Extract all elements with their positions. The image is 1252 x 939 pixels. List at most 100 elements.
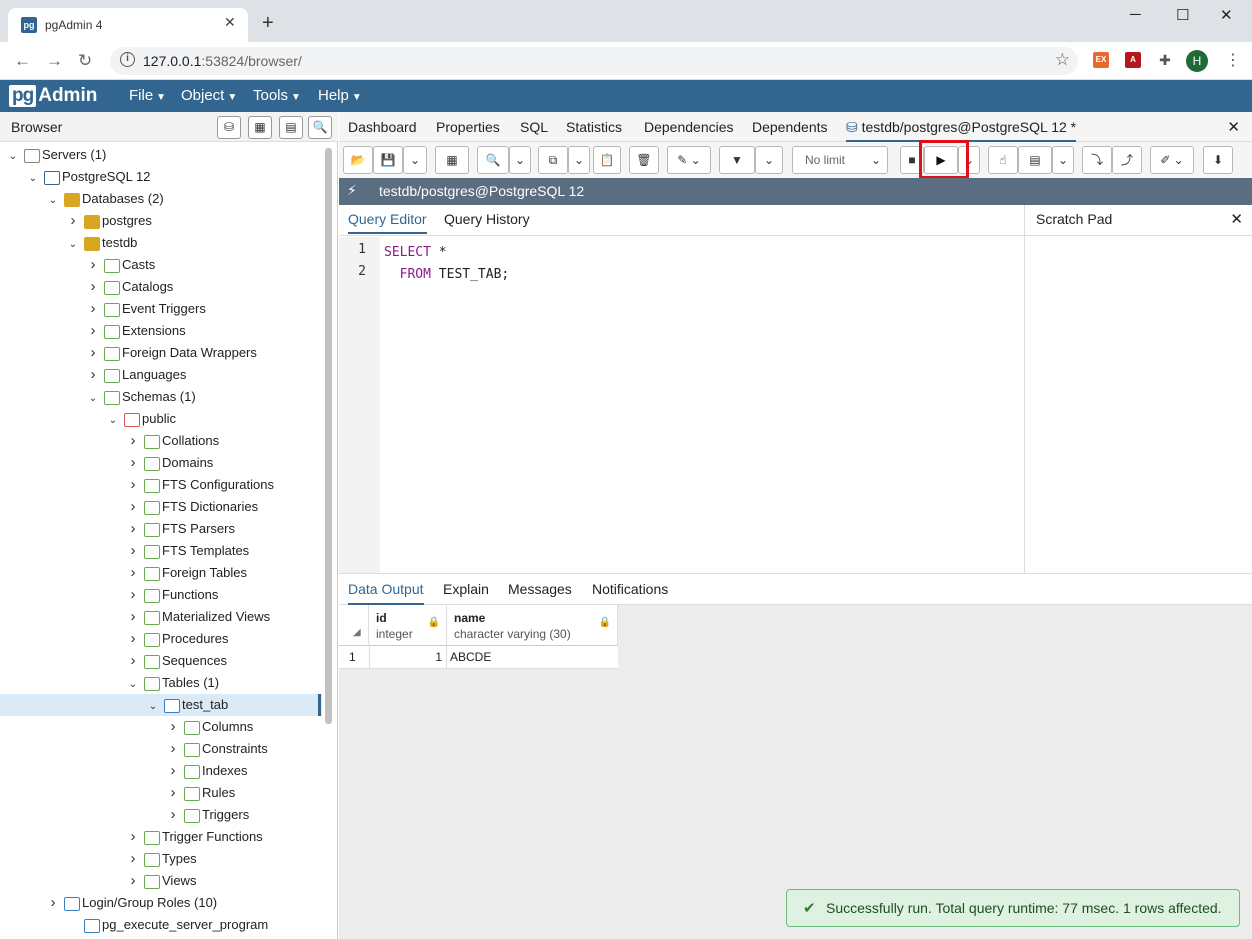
- delete-icon[interactable]: 🗑: [629, 146, 659, 174]
- tree-node[interactable]: › Extensions: [0, 320, 322, 342]
- chevron-right-icon[interactable]: ›: [86, 342, 100, 364]
- tab-notifications[interactable]: Notifications: [592, 581, 668, 603]
- new-tab-icon[interactable]: +: [262, 12, 274, 35]
- tree-node[interactable]: › FTS Dictionaries: [0, 496, 322, 518]
- chevron-right-icon[interactable]: ›: [166, 760, 180, 782]
- tab-dependencies[interactable]: Dependencies: [644, 119, 734, 135]
- close-panel-icon[interactable]: ✕: [1227, 118, 1240, 136]
- tree-node[interactable]: › Domains: [0, 452, 322, 474]
- tree-node[interactable]: › Catalogs: [0, 276, 322, 298]
- site-info-icon[interactable]: i: [120, 52, 135, 67]
- tree-node[interactable]: ⌄ Schemas (1): [0, 386, 322, 408]
- tree-node[interactable]: › Trigger Functions: [0, 826, 322, 848]
- browser-menu-icon[interactable]: ⋮: [1225, 50, 1241, 70]
- chevron-down-icon[interactable]: ⌄: [6, 146, 20, 168]
- tree-node[interactable]: › Casts: [0, 254, 322, 276]
- tree-node[interactable]: › Event Triggers: [0, 298, 322, 320]
- open-file-icon[interactable]: 📂: [343, 146, 373, 174]
- close-scratch-pad-icon[interactable]: ✕: [1230, 210, 1243, 228]
- tree-node[interactable]: › Languages: [0, 364, 322, 386]
- chevron-right-icon[interactable]: ›: [126, 870, 140, 892]
- menu-tools[interactable]: Tools ▼: [253, 87, 301, 104]
- chevron-right-icon[interactable]: ›: [126, 650, 140, 672]
- column-header-id[interactable]: id integer 🔒: [369, 605, 447, 646]
- filter-dropdown-icon[interactable]: ⌄: [755, 146, 783, 174]
- chevron-down-icon[interactable]: ⌄: [146, 696, 160, 718]
- tab-statistics[interactable]: Statistics: [566, 119, 622, 135]
- select-all-corner[interactable]: ◢: [339, 605, 369, 646]
- tab-messages[interactable]: Messages: [508, 581, 572, 603]
- profile-avatar[interactable]: H: [1186, 50, 1208, 72]
- tree-node[interactable]: pg_execute_server_program: [0, 914, 322, 936]
- chevron-right-icon[interactable]: ›: [126, 848, 140, 870]
- extension-ex-icon[interactable]: EX: [1093, 52, 1109, 68]
- minimize-icon[interactable]: ─: [1130, 6, 1141, 23]
- tree-scrollbar[interactable]: [325, 148, 332, 724]
- chevron-right-icon[interactable]: ›: [126, 496, 140, 518]
- tree-node[interactable]: ⌄ Servers (1): [0, 144, 322, 166]
- tree-node[interactable]: › Indexes: [0, 760, 322, 782]
- chevron-right-icon[interactable]: ›: [126, 540, 140, 562]
- tree-node[interactable]: › Columns: [0, 716, 322, 738]
- paste-icon[interactable]: 📋: [593, 146, 621, 174]
- tree-node[interactable]: › Sequences: [0, 650, 322, 672]
- bookmark-star-icon[interactable]: ☆: [1055, 50, 1070, 70]
- chevron-down-icon[interactable]: ⌄: [26, 168, 40, 190]
- chevron-right-icon[interactable]: ›: [166, 738, 180, 760]
- chevron-right-icon[interactable]: ›: [126, 562, 140, 584]
- chevron-right-icon[interactable]: ›: [166, 804, 180, 826]
- row-limit-select[interactable]: No limit ⌄: [792, 146, 888, 174]
- chevron-right-icon[interactable]: ›: [126, 474, 140, 496]
- chevron-down-icon[interactable]: ⌄: [86, 388, 100, 410]
- back-icon[interactable]: ←: [14, 51, 31, 71]
- column-header-name[interactable]: name character varying (30) 🔒: [447, 605, 618, 646]
- tab-properties[interactable]: Properties: [436, 119, 500, 135]
- close-tab-icon[interactable]: ✕: [224, 14, 236, 31]
- chevron-down-icon[interactable]: ⌄: [126, 674, 140, 696]
- scratch-pad[interactable]: Scratch Pad ✕: [1024, 205, 1252, 573]
- forward-icon[interactable]: →: [46, 51, 63, 71]
- query-tool-icon[interactable]: ⛁: [217, 116, 241, 139]
- edit-icon[interactable]: ✎ ⌄: [667, 146, 711, 174]
- save-file-icon[interactable]: 💾: [373, 146, 403, 174]
- tab-explain[interactable]: Explain: [443, 581, 489, 603]
- chevron-right-icon[interactable]: ›: [46, 892, 60, 914]
- chevron-down-icon[interactable]: ⌄: [66, 234, 80, 256]
- tree-node[interactable]: ⌄ test_tab: [0, 694, 322, 716]
- cell-name[interactable]: ABCDE: [450, 650, 491, 664]
- tree-node[interactable]: › postgres: [0, 210, 322, 232]
- tab-dependents[interactable]: Dependents: [752, 119, 828, 135]
- filtered-rows-icon[interactable]: ▤: [279, 116, 303, 139]
- tree-node[interactable]: ⌄ PostgreSQL 12: [0, 166, 322, 188]
- rollback-icon[interactable]: ⤴: [1112, 146, 1142, 174]
- tree-node[interactable]: ⌄ Databases (2): [0, 188, 322, 210]
- tree-node[interactable]: › Functions: [0, 584, 322, 606]
- tree-node[interactable]: › Foreign Data Wrappers: [0, 342, 322, 364]
- filter-icon[interactable]: ▼: [719, 146, 755, 174]
- menu-object[interactable]: Object ▼: [181, 87, 237, 104]
- tree-node[interactable]: › Collations: [0, 430, 322, 452]
- download-icon[interactable]: ⬇: [1203, 146, 1233, 174]
- browser-tab[interactable]: pg pgAdmin 4 ✕: [8, 8, 248, 42]
- chevron-right-icon[interactable]: ›: [166, 716, 180, 738]
- reload-icon[interactable]: ↻: [78, 51, 92, 71]
- chevron-right-icon[interactable]: ›: [86, 298, 100, 320]
- chevron-right-icon[interactable]: ›: [86, 276, 100, 298]
- tree-node[interactable]: › FTS Templates: [0, 540, 322, 562]
- chevron-right-icon[interactable]: ›: [126, 452, 140, 474]
- explain-dropdown-icon[interactable]: ⌄: [1052, 146, 1074, 174]
- tab-data-output[interactable]: Data Output: [348, 581, 424, 605]
- save-dropdown-icon[interactable]: ⌄: [403, 146, 427, 174]
- tree-node[interactable]: › FTS Configurations: [0, 474, 322, 496]
- chevron-right-icon[interactable]: ›: [126, 518, 140, 540]
- menu-file[interactable]: File ▼: [129, 87, 166, 104]
- chevron-down-icon[interactable]: ⌄: [106, 410, 120, 432]
- tree-node[interactable]: › FTS Parsers: [0, 518, 322, 540]
- tree-node[interactable]: › Rules: [0, 782, 322, 804]
- chevron-right-icon[interactable]: ›: [126, 628, 140, 650]
- tab-sql[interactable]: SQL: [520, 119, 548, 135]
- tab-dashboard[interactable]: Dashboard: [348, 119, 417, 135]
- commit-icon[interactable]: ⤵: [1082, 146, 1112, 174]
- search-objects-icon[interactable]: 🔍: [308, 116, 332, 139]
- maximize-icon[interactable]: ☐: [1176, 6, 1189, 24]
